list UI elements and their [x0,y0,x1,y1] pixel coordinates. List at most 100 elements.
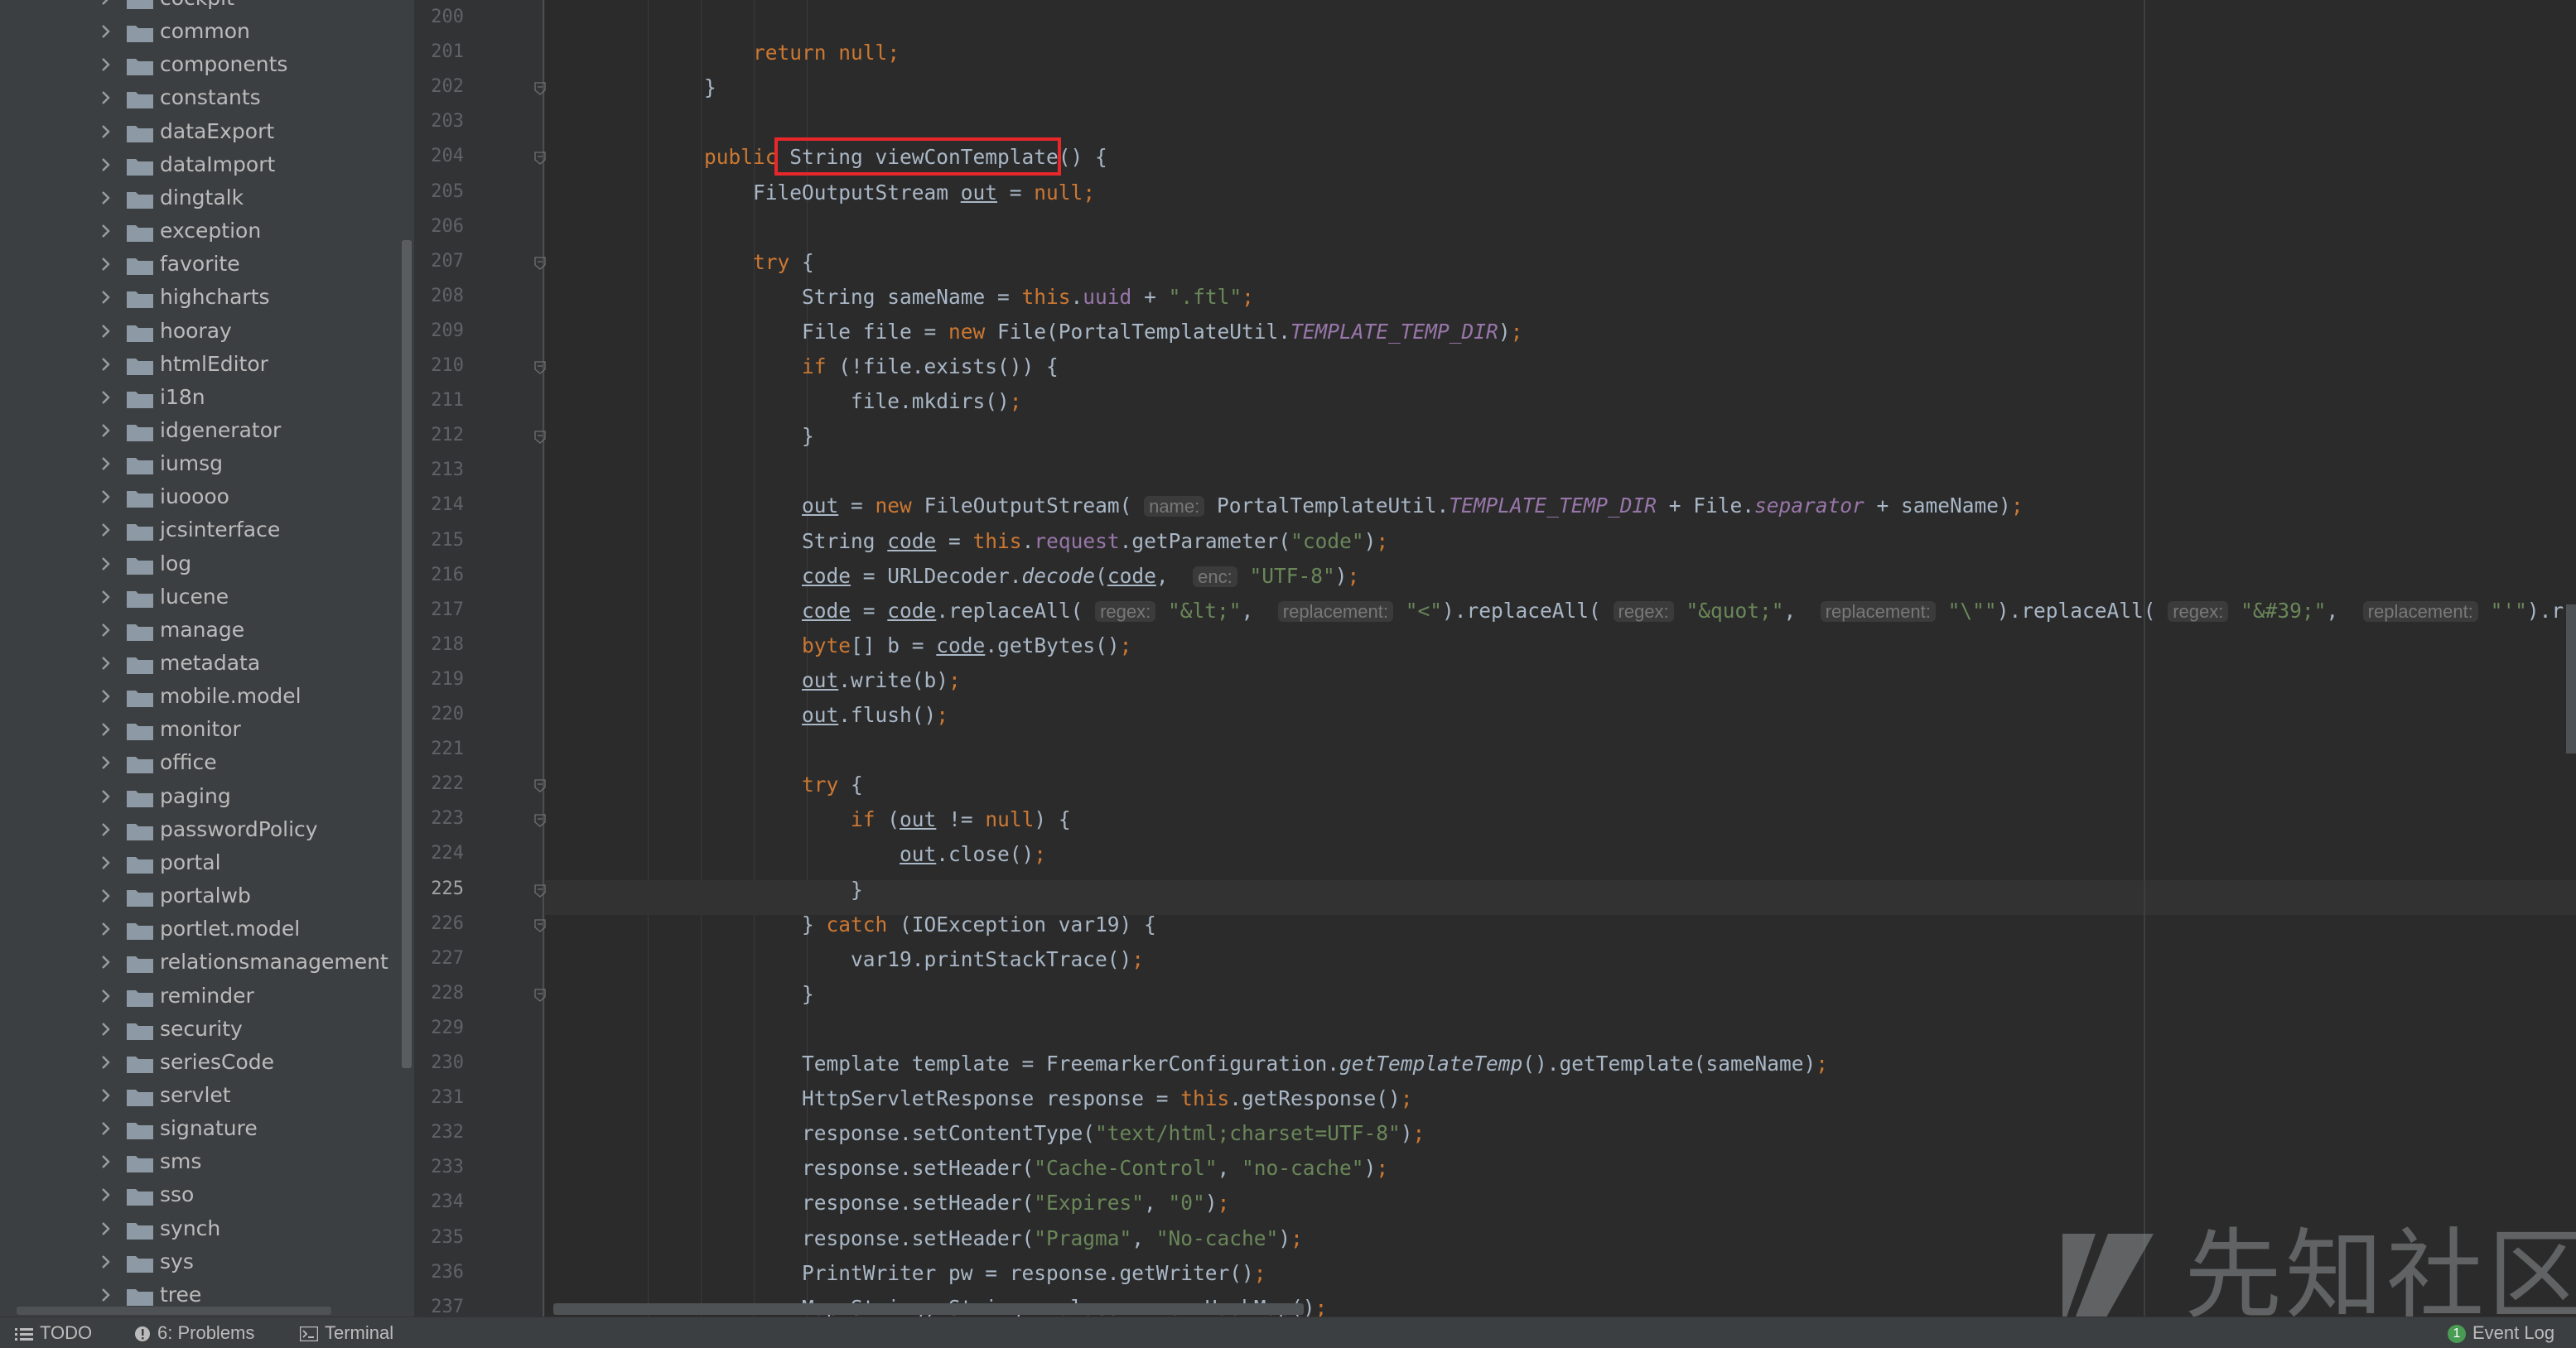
code-line[interactable]: } [606,423,814,450]
chevron-right-icon[interactable] [96,55,116,75]
chevron-right-icon[interactable] [96,1086,116,1105]
line-number[interactable]: 236 [422,1260,464,1285]
tree-item-mobile-model[interactable]: mobile.model [0,680,398,713]
fold-marker-icon[interactable] [534,82,546,96]
code-editor[interactable]: return null; } public String viewConTemp… [545,0,2576,1317]
line-number[interactable]: 213 [422,458,464,483]
code-line[interactable]: } [606,981,814,1008]
chevron-right-icon[interactable] [96,1119,116,1139]
fold-marker-icon[interactable] [534,814,546,828]
tree-item-iumsg[interactable]: iumsg [0,447,398,480]
fold-marker-icon[interactable] [534,883,546,898]
tree-item-dataimport[interactable]: dataImport [0,148,398,181]
tree-item-metadata[interactable]: metadata [0,647,398,680]
chevron-right-icon[interactable] [96,686,116,706]
line-number[interactable]: 222 [422,772,464,797]
tree-item-dataexport[interactable]: dataExport [0,115,398,148]
code-line[interactable]: String sameName = this.uuid + ".ftl"; [606,284,1254,311]
chevron-right-icon[interactable] [96,1285,116,1305]
code-line[interactable]: } catch (IOException var19) { [606,912,1156,938]
chevron-right-icon[interactable] [96,554,116,574]
line-number[interactable]: 216 [422,563,464,588]
code-line[interactable]: out = new FileOutputStream( name: Portal… [606,493,2024,520]
code-line[interactable]: response.setContentType("text/html;chars… [606,1120,1425,1147]
tree-item-cockpit[interactable]: cockpit [0,0,398,15]
tree-item-highcharts[interactable]: highcharts [0,281,398,314]
chevron-right-icon[interactable] [96,122,116,142]
tree-item-office[interactable]: office [0,746,398,779]
chevron-right-icon[interactable] [96,520,116,540]
code-line[interactable]: response.setHeader("Expires", "0"); [606,1190,1229,1216]
chevron-right-icon[interactable] [96,986,116,1006]
tree-item-constants[interactable]: constants [0,81,398,114]
line-number[interactable]: 230 [422,1051,464,1076]
code-line[interactable]: File file = new File(PortalTemplateUtil.… [606,319,1522,345]
tree-item-sys[interactable]: sys [0,1245,398,1278]
code-line[interactable]: out.close(); [606,841,1046,868]
chevron-right-icon[interactable] [96,454,116,474]
tree-item-dingtalk[interactable]: dingtalk [0,181,398,214]
chevron-right-icon[interactable] [96,88,116,108]
chevron-right-icon[interactable] [96,321,116,341]
code-line[interactable]: file.mkdirs(); [606,388,1022,415]
line-number[interactable]: 221 [422,737,464,762]
event-log-tab[interactable]: 1 Event Log [2448,1321,2554,1346]
tree-item-monitor[interactable]: monitor [0,713,398,746]
chevron-right-icon[interactable] [96,221,116,241]
line-number[interactable]: 220 [422,702,464,727]
line-number[interactable]: 217 [422,598,464,623]
tree-item-servlet[interactable]: servlet [0,1079,398,1112]
fold-marker-icon[interactable] [534,779,546,793]
tree-item-iuoooo[interactable]: iuoooo [0,480,398,513]
chevron-right-icon[interactable] [96,1052,116,1072]
code-line[interactable]: String code = this.request.getParameter(… [606,528,1388,555]
line-number[interactable]: 206 [422,214,464,239]
code-line[interactable]: HttpServletResponse response = this.getR… [606,1086,1413,1112]
chevron-right-icon[interactable] [96,421,116,441]
fold-marker-icon[interactable] [534,431,546,445]
line-number[interactable]: 204 [422,144,464,169]
line-number[interactable]: 201 [422,40,464,65]
line-number[interactable]: 229 [422,1016,464,1041]
line-number[interactable]: 218 [422,633,464,657]
tree-item-paging[interactable]: paging [0,780,398,813]
chevron-right-icon[interactable] [96,919,116,939]
line-number[interactable]: 233 [422,1155,464,1180]
tree-item-favorite[interactable]: favorite [0,248,398,281]
code-line[interactable]: byte[] b = code.getBytes(); [606,633,1131,659]
chevron-right-icon[interactable] [96,1019,116,1039]
code-line[interactable]: Template template = FreemarkerConfigurat… [606,1051,1828,1077]
line-number[interactable]: 214 [422,493,464,518]
chevron-right-icon[interactable] [96,254,116,274]
code-line[interactable]: var19.printStackTrace(); [606,946,1144,973]
fold-marker-icon[interactable] [534,152,546,166]
fold-marker-icon[interactable] [534,361,546,374]
tree-item-htmleditor[interactable]: htmlEditor [0,348,398,381]
terminal-tab[interactable]: Terminal [300,1321,393,1346]
tree-item-synch[interactable]: synch [0,1212,398,1245]
chevron-right-icon[interactable] [96,620,116,640]
tree-item-sso[interactable]: sso [0,1178,398,1211]
code-line[interactable]: FileOutputStream out = null; [606,180,1095,206]
chevron-right-icon[interactable] [96,653,116,673]
tree-item-relationsmanagement[interactable]: relationsmanagement [0,946,398,979]
code-line[interactable]: try { [606,249,814,276]
tree-item-hooray[interactable]: hooray [0,315,398,348]
code-line[interactable]: try { [606,772,863,798]
editor-horizontal-scrollbar[interactable] [553,1303,1304,1315]
fold-marker-icon[interactable] [534,257,546,270]
line-number[interactable]: 215 [422,528,464,553]
tree-item-jcsinterface[interactable]: jcsinterface [0,513,398,546]
chevron-right-icon[interactable] [96,720,116,739]
editor-vertical-scrollbar[interactable] [2566,604,2576,753]
code-line[interactable]: if (!file.exists()) { [606,354,1059,380]
line-number[interactable]: 225 [422,877,464,902]
chevron-right-icon[interactable] [96,1185,116,1205]
tree-item-reminder[interactable]: reminder [0,980,398,1013]
line-number[interactable]: 210 [422,354,464,378]
line-number[interactable]: 211 [422,388,464,413]
line-number[interactable]: 208 [422,284,464,309]
chevron-right-icon[interactable] [96,22,116,41]
line-number[interactable]: 209 [422,319,464,344]
code-line[interactable]: out.flush(); [606,702,948,729]
